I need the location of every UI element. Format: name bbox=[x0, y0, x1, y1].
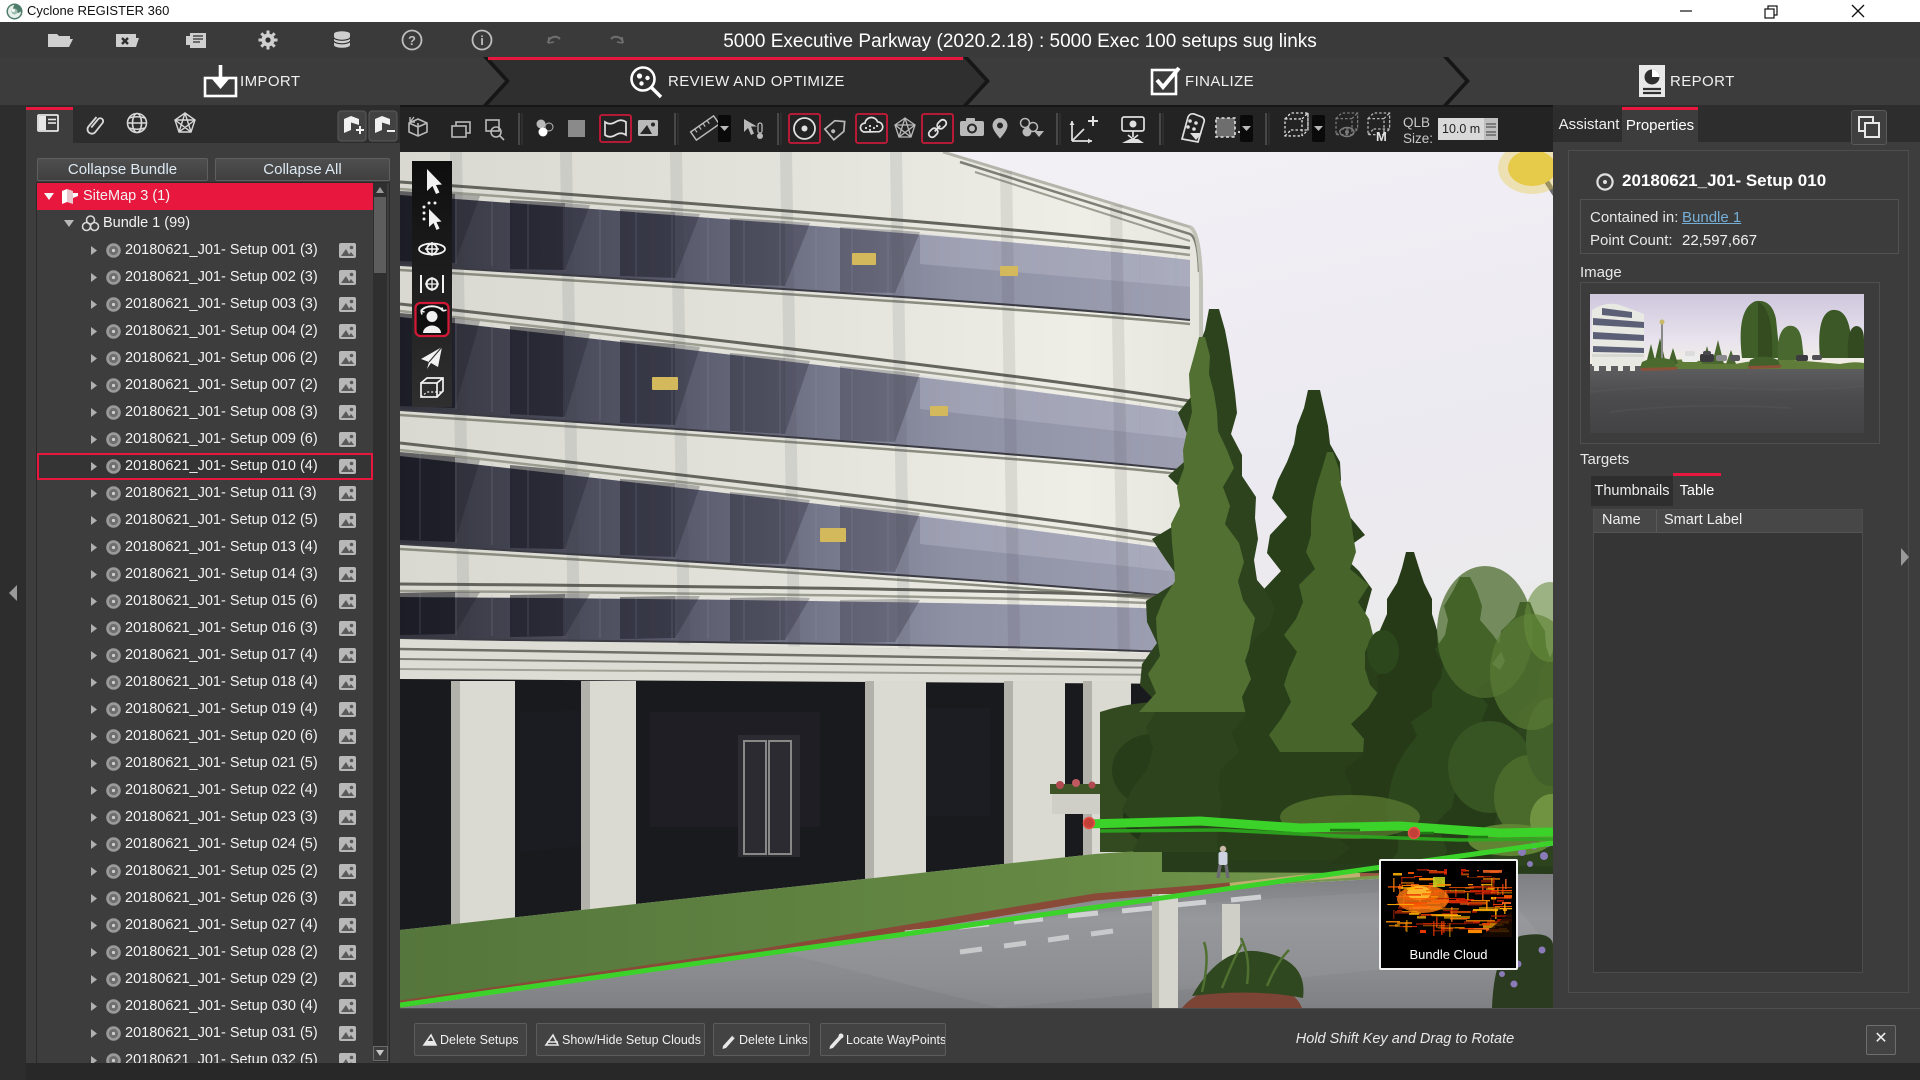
svg-text:Size:: Size: bbox=[1403, 131, 1433, 146]
svg-text:M: M bbox=[1376, 129, 1387, 144]
svg-text:10.0 m: 10.0 m bbox=[1442, 122, 1480, 136]
svg-text:?: ? bbox=[408, 33, 416, 48]
svg-text:i: i bbox=[480, 33, 484, 48]
svg-text:QLB: QLB bbox=[1403, 115, 1430, 130]
